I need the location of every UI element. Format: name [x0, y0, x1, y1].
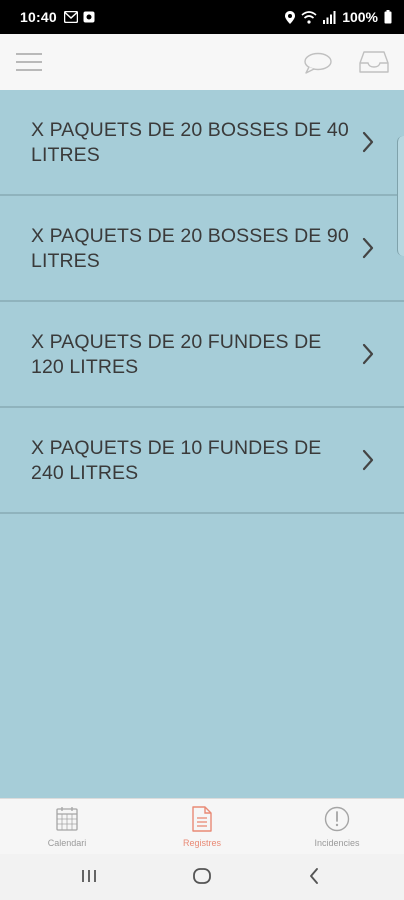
- alert-circle-icon: [324, 806, 350, 832]
- list-item[interactable]: X PAQUETS DE 20 FUNDES DE 120 LITRES: [0, 302, 404, 408]
- registres-list: X PAQUETS DE 20 BOSSES DE 40 LITRES X PA…: [0, 90, 404, 514]
- gmail-icon: [64, 11, 78, 23]
- chevron-right-icon: [362, 449, 374, 471]
- system-nav-bar: [0, 854, 404, 900]
- chat-bubble-icon[interactable]: [303, 52, 333, 74]
- list-item[interactable]: X PAQUETS DE 20 BOSSES DE 90 LITRES: [0, 196, 404, 302]
- list-item[interactable]: X PAQUETS DE 20 BOSSES DE 40 LITRES: [0, 90, 404, 196]
- battery-percent: 100%: [342, 9, 378, 25]
- status-right-group: 100%: [285, 9, 392, 25]
- app-header: [0, 34, 404, 90]
- home-icon[interactable]: [191, 865, 213, 887]
- status-time: 10:40: [20, 9, 57, 25]
- list-item-label: X PAQUETS DE 20 BOSSES DE 90 LITRES: [31, 225, 349, 272]
- wifi-icon: [301, 10, 317, 24]
- chevron-right-icon: [362, 343, 374, 365]
- drawer-edge-handle[interactable]: [397, 136, 404, 256]
- battery-icon: [384, 10, 392, 24]
- location-icon: [285, 10, 296, 24]
- inbox-tray-icon[interactable]: [359, 50, 389, 74]
- tab-incidencies[interactable]: Incidencies: [270, 799, 404, 855]
- back-icon[interactable]: [306, 865, 322, 887]
- bottom-tab-bar: Calendari Registres Incidencies: [0, 798, 404, 855]
- status-bar: 10:40 100%: [0, 0, 404, 34]
- list-item[interactable]: X PAQUETS DE 10 FUNDES DE 240 LITRES: [0, 408, 404, 514]
- recent-apps-icon[interactable]: [80, 865, 98, 887]
- tab-registres[interactable]: Registres: [135, 799, 269, 855]
- list-item-label: X PAQUETS DE 20 FUNDES DE 120 LITRES: [31, 331, 322, 378]
- list-item-label: X PAQUETS DE 20 BOSSES DE 40 LITRES: [31, 119, 349, 166]
- tab-label: Incidencies: [314, 838, 360, 848]
- signal-icon: [323, 10, 336, 24]
- chevron-right-icon: [362, 237, 374, 259]
- hamburger-menu-icon[interactable]: [16, 51, 42, 73]
- tab-label: Registres: [182, 838, 221, 848]
- notification-icon: [83, 11, 95, 23]
- list-item-label: X PAQUETS DE 10 FUNDES DE 240 LITRES: [31, 437, 322, 484]
- calendar-icon: [56, 807, 78, 831]
- tab-calendari[interactable]: Calendari: [0, 799, 134, 855]
- tab-label: Calendari: [47, 838, 87, 848]
- chevron-right-icon: [362, 131, 374, 153]
- document-icon: [192, 806, 212, 832]
